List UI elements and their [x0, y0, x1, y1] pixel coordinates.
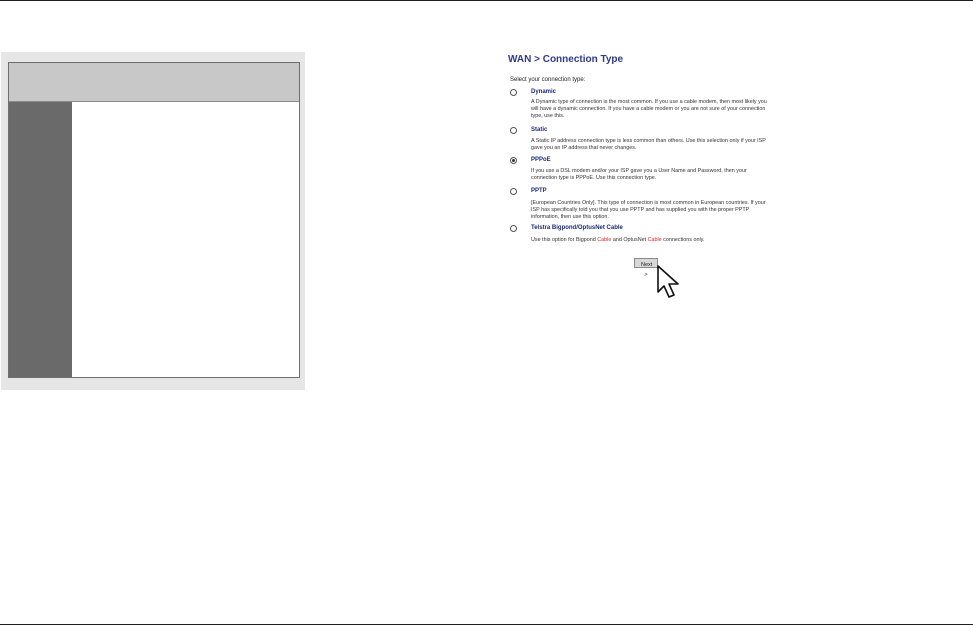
telstra-desc-cable-1: Cable [597, 237, 612, 243]
option-title-dynamic: Dynamic [531, 89, 557, 95]
radio-telstra[interactable] [510, 225, 517, 232]
note-side-strip [9, 102, 72, 377]
radio-pptp[interactable] [510, 188, 517, 195]
connection-prompt: Select your connection type: [510, 77, 586, 83]
router-screenshot: WAN > Connection Type Select your connec… [500, 48, 772, 308]
telstra-desc-cable-2: Cable [647, 237, 662, 243]
next-button[interactable]: Next > [634, 258, 658, 278]
option-title-static: Static [531, 127, 548, 133]
note-panel [1, 52, 305, 390]
option-desc-pppoe: If you use a DSL modem and/or your ISP g… [531, 168, 747, 181]
radio-pppoe[interactable] [510, 157, 517, 164]
option-desc-static: A Static IP address connection type is l… [531, 138, 766, 151]
page-title: WAN > Connection Type [508, 54, 624, 65]
option-desc-pptp: [European Countries Only]. This type of … [531, 200, 766, 220]
radio-static[interactable] [510, 127, 517, 134]
telstra-desc-part-1: Use this option for Bigpond [531, 237, 598, 243]
option-title-pptp: PPTP [531, 188, 547, 194]
note-box [8, 62, 300, 378]
radio-dynamic[interactable] [510, 89, 517, 96]
mouse-pointer-icon [657, 265, 679, 298]
note-header [9, 63, 299, 102]
option-desc-telstra: Use this option for Bigpond Cable and Op… [531, 237, 771, 244]
telstra-desc-part-3: connections only. [661, 237, 705, 243]
telstra-desc-part-2: and OptusNet [611, 237, 648, 243]
option-title-pppoe: PPPoE [531, 157, 551, 163]
option-desc-dynamic: A Dynamic type of connection is the most… [531, 99, 767, 119]
top-rule [0, 0, 973, 1]
option-title-telstra: Telstra Bigpond/OptusNet Cable [531, 225, 623, 231]
